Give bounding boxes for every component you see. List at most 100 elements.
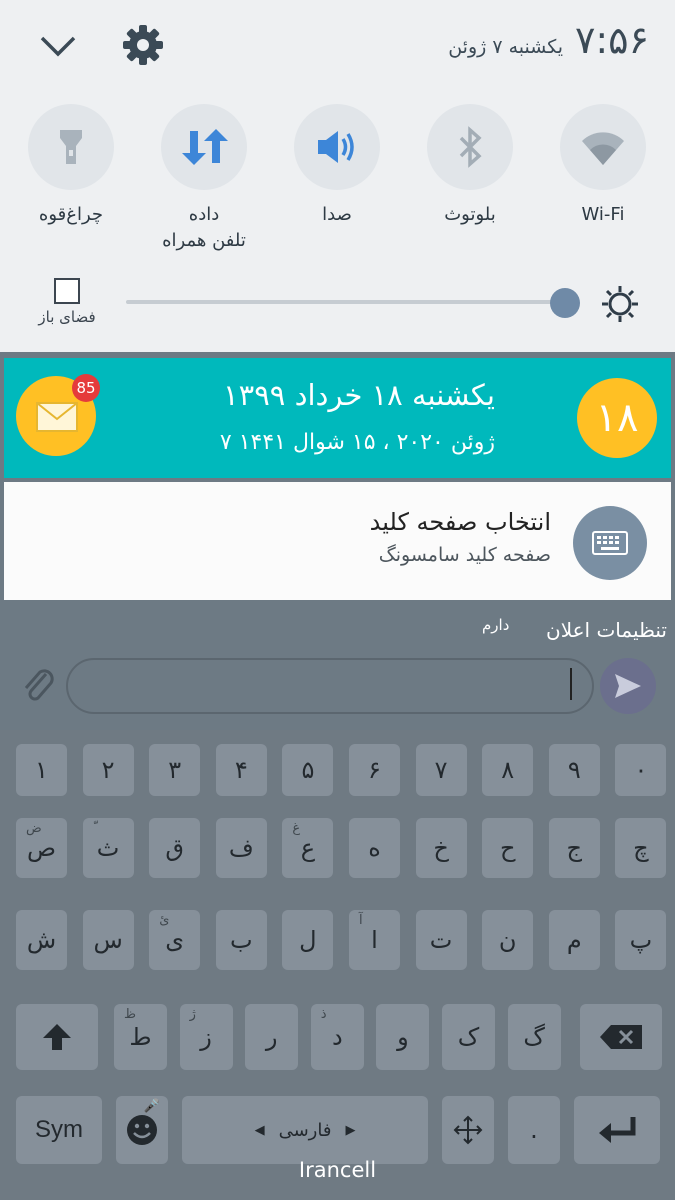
key-letter[interactable]: خ bbox=[415, 818, 467, 878]
calendar-notification[interactable]: 85 یکشنبه ۱۸ خرداد ۱۳۹۹ ۷ ژوئن ۲۰۲۰ ، ۱۵… bbox=[4, 358, 671, 478]
key-digit[interactable]: ۳ bbox=[149, 744, 201, 796]
key-letter[interactable]: ب bbox=[215, 910, 267, 970]
key-label: ط bbox=[129, 1023, 152, 1051]
key-letter[interactable]: ثّ bbox=[82, 818, 134, 878]
qs-bluetooth[interactable]: بلوتوث bbox=[427, 104, 513, 228]
key-label: و bbox=[397, 1023, 409, 1051]
qs-sound[interactable]: صدا bbox=[294, 104, 380, 228]
brightness-thumb[interactable] bbox=[550, 288, 580, 318]
key-letter[interactable]: ک bbox=[442, 1004, 495, 1070]
status-time: ۷:۵۶ bbox=[574, 18, 649, 62]
send-button[interactable] bbox=[600, 658, 656, 714]
key-label: ۲ bbox=[101, 756, 115, 784]
key-letter[interactable]: گ bbox=[507, 1004, 561, 1070]
qs-wifi-label: Wi-Fi bbox=[581, 204, 625, 225]
arrow-right-icon: ▶ bbox=[345, 1122, 356, 1138]
key-digit[interactable]: ۸ bbox=[482, 744, 534, 796]
key-label: گ bbox=[523, 1023, 545, 1051]
key-hint: غ bbox=[292, 821, 301, 836]
key-label: . bbox=[530, 1116, 538, 1144]
key-digit[interactable]: ۵ bbox=[282, 744, 334, 796]
key-letter[interactable]: و bbox=[376, 1004, 430, 1070]
key-digit[interactable]: ۲ bbox=[82, 744, 134, 796]
key-label: ی bbox=[165, 926, 185, 954]
key-label: ۴ bbox=[234, 756, 248, 784]
key-label: ۸ bbox=[501, 756, 515, 784]
backspace-icon bbox=[600, 1025, 642, 1049]
key-hint: ظ bbox=[124, 1007, 137, 1022]
emoji-key[interactable]: 🎤 bbox=[116, 1096, 168, 1164]
carrier-label: Irancell bbox=[298, 1158, 377, 1182]
key-label: ب bbox=[230, 926, 253, 954]
key-label: ۰ bbox=[634, 756, 648, 784]
cursor-move-icon bbox=[453, 1115, 483, 1145]
key-letter[interactable]: صض bbox=[16, 818, 67, 878]
key-letter[interactable]: ل bbox=[282, 910, 334, 970]
key-digit[interactable]: ۷ bbox=[415, 744, 467, 796]
keyboard-icon bbox=[573, 506, 647, 580]
key-digit[interactable]: ۶ bbox=[349, 744, 400, 796]
key-letter[interactable]: ف bbox=[215, 818, 267, 878]
key-letter[interactable]: اآ bbox=[349, 910, 400, 970]
shift-icon bbox=[43, 1024, 71, 1050]
chevron-down-icon[interactable] bbox=[38, 30, 78, 60]
key-hint: ئ bbox=[159, 913, 170, 928]
key-label: ت bbox=[429, 926, 453, 954]
key-letter[interactable]: ق bbox=[149, 818, 201, 878]
qs-wifi[interactable]: Wi-Fi bbox=[560, 104, 646, 228]
key-letter[interactable]: ح bbox=[482, 818, 534, 878]
open-space-label: فضای باز bbox=[38, 308, 96, 326]
shift-key[interactable] bbox=[16, 1004, 98, 1070]
notification-settings-link[interactable]: تنظیمات اعلان bbox=[546, 618, 667, 642]
key-letter[interactable]: چ bbox=[615, 818, 667, 878]
open-space-toggle[interactable]: فضای باز bbox=[32, 278, 102, 326]
gear-icon[interactable] bbox=[122, 24, 164, 66]
key-letter[interactable]: ج bbox=[548, 818, 600, 878]
qs-sound-label: صدا bbox=[322, 204, 352, 225]
space-label: فارسی bbox=[278, 1119, 332, 1141]
key-letter[interactable]: ت bbox=[415, 910, 467, 970]
key-letter[interactable]: ه bbox=[349, 818, 400, 878]
key-letter[interactable]: زژ bbox=[179, 1004, 233, 1070]
key-letter[interactable]: یئ bbox=[149, 910, 201, 970]
key-label: ث bbox=[96, 834, 120, 862]
cursor-key[interactable] bbox=[442, 1096, 494, 1164]
backspace-key[interactable] bbox=[580, 1004, 662, 1070]
key-letter[interactable]: عغ bbox=[282, 818, 334, 878]
message-input[interactable] bbox=[66, 658, 594, 714]
qs-mobile-data[interactable]: داده تلفن همراه bbox=[161, 104, 247, 254]
mic-hint-icon: 🎤 bbox=[143, 1099, 160, 1114]
key-letter[interactable]: پ bbox=[615, 910, 667, 970]
key-hint: آ bbox=[359, 913, 363, 928]
key-letter[interactable]: طظ bbox=[114, 1004, 167, 1070]
key-letter[interactable]: م bbox=[548, 910, 600, 970]
mail-count-badge: 85 bbox=[72, 374, 100, 402]
period-key[interactable]: . bbox=[508, 1096, 560, 1164]
arrow-left-icon: ◀ bbox=[254, 1122, 265, 1138]
brightness-icon bbox=[602, 286, 638, 322]
key-digit[interactable]: ۹ bbox=[548, 744, 600, 796]
key-letter[interactable]: دذ bbox=[310, 1004, 364, 1070]
key-label: ۷ bbox=[434, 756, 448, 784]
key-hint: ژ bbox=[189, 1007, 196, 1022]
key-digit[interactable]: ۴ bbox=[215, 744, 267, 796]
enter-key[interactable] bbox=[574, 1096, 660, 1164]
bluetooth-icon bbox=[459, 126, 482, 168]
key-letter[interactable]: ش bbox=[16, 910, 67, 970]
brightness-slider[interactable] bbox=[126, 300, 566, 304]
space-key[interactable]: ◀ فارسی ▶ bbox=[182, 1096, 428, 1164]
keyboard-notification-subtitle: صفحه کلید سامسونگ bbox=[378, 544, 551, 566]
wifi-icon bbox=[582, 132, 624, 165]
key-letter[interactable]: ر bbox=[245, 1004, 299, 1070]
sym-key[interactable]: Sym bbox=[16, 1096, 102, 1164]
key-letter[interactable]: ن bbox=[482, 910, 534, 970]
key-hint: ض bbox=[26, 821, 42, 836]
key-digit[interactable]: ۱ bbox=[16, 744, 67, 796]
keyboard-notification[interactable]: انتخاب صفحه کلید صفحه کلید سامسونگ bbox=[4, 482, 671, 600]
key-digit[interactable]: ۰ bbox=[615, 744, 667, 796]
key-letter[interactable]: س bbox=[82, 910, 134, 970]
attachment-icon[interactable] bbox=[18, 664, 58, 704]
qs-flashlight[interactable]: چراغ‌قوه bbox=[28, 104, 114, 228]
flashlight-icon bbox=[60, 130, 82, 164]
open-space-checkbox[interactable] bbox=[54, 278, 80, 304]
